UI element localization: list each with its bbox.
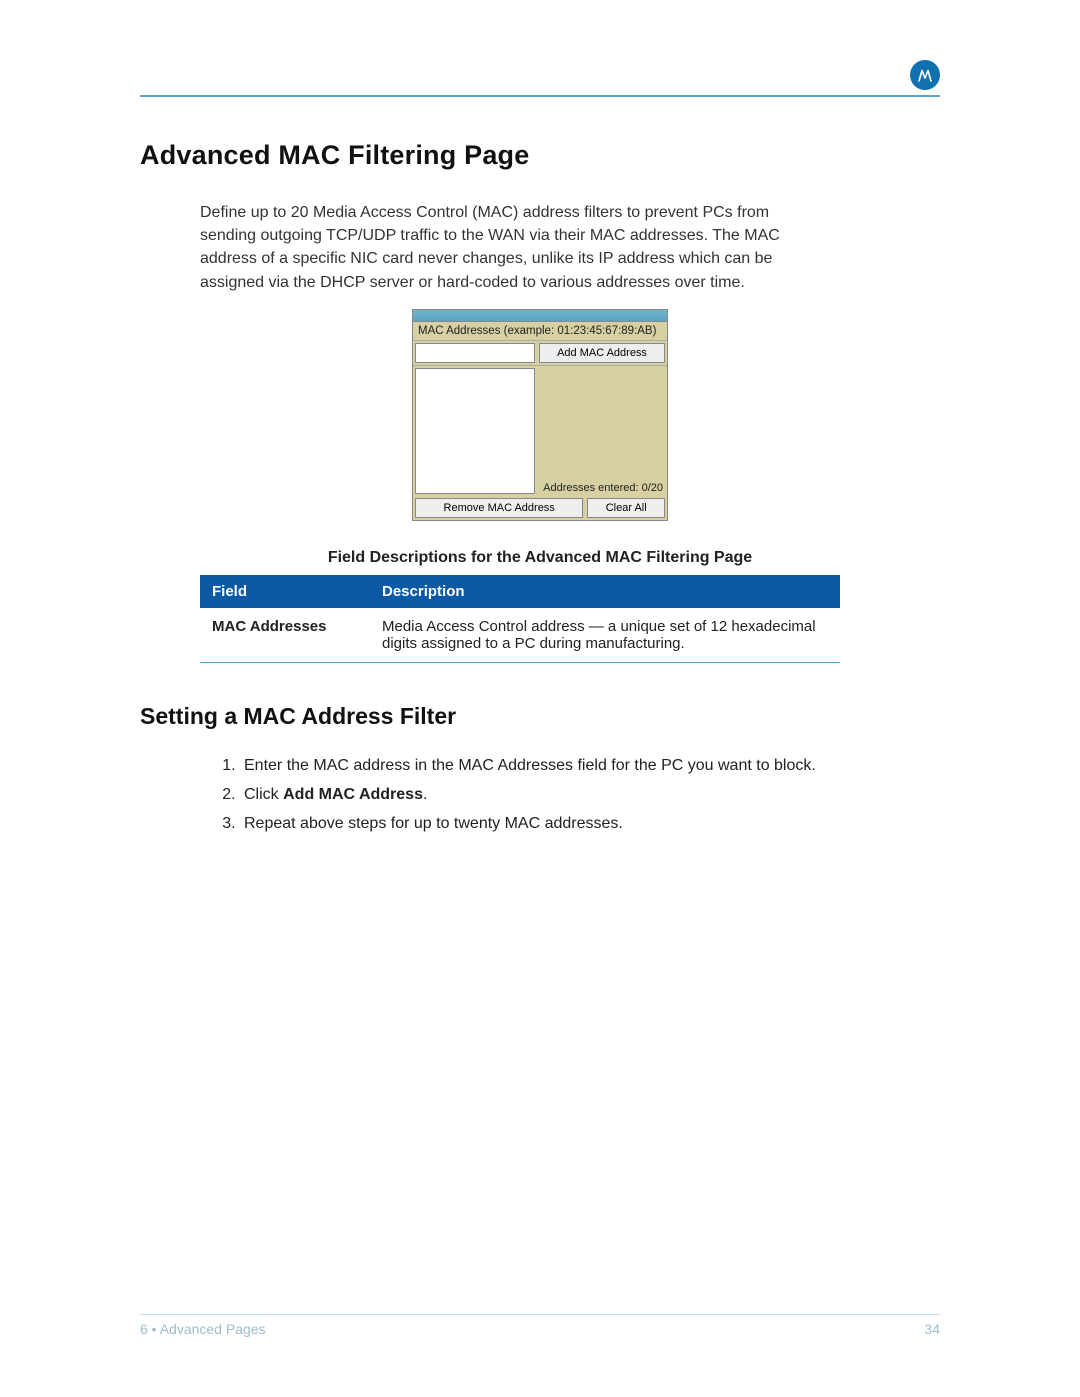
mac-address-list[interactable] xyxy=(415,368,535,494)
clear-all-button[interactable]: Clear All xyxy=(587,498,665,518)
intro-paragraph: Define up to 20 Media Access Control (MA… xyxy=(200,201,810,294)
col-header-description: Description xyxy=(370,575,840,608)
step-post: . xyxy=(423,786,427,803)
mac-filter-panel: MAC Addresses (example: 01:23:45:67:89:A… xyxy=(412,309,668,521)
footer-page-number: 34 xyxy=(924,1321,940,1337)
step-text: Click xyxy=(244,786,283,803)
brand-logo xyxy=(910,60,940,90)
page-footer: 6 • Advanced Pages 34 xyxy=(140,1314,940,1337)
add-mac-address-button[interactable]: Add MAC Address xyxy=(539,343,665,363)
addresses-counter: Addresses entered: 0/20 xyxy=(543,482,663,494)
step-text: Repeat above steps for up to twenty MAC … xyxy=(244,815,623,832)
list-item: Enter the MAC address in the MAC Address… xyxy=(240,752,940,779)
page-title: Advanced MAC Filtering Page xyxy=(140,140,940,171)
mac-example-label: MAC Addresses (example: 01:23:45:67:89:A… xyxy=(413,322,667,341)
panel-titlebar xyxy=(413,310,667,322)
steps-list: Enter the MAC address in the MAC Address… xyxy=(240,752,940,838)
col-header-field: Field xyxy=(200,575,370,608)
table-caption: Field Descriptions for the Advanced MAC … xyxy=(140,549,940,567)
table-header-row: Field Description xyxy=(200,575,840,608)
cell-field: MAC Addresses xyxy=(200,608,370,663)
field-description-table: Field Description MAC Addresses Media Ac… xyxy=(200,575,840,663)
step-bold: Add MAC Address xyxy=(283,786,423,803)
table-row: MAC Addresses Media Access Control addre… xyxy=(200,608,840,663)
footer-left: 6 • Advanced Pages xyxy=(140,1321,266,1337)
step-text: Enter the MAC address in the MAC Address… xyxy=(244,757,816,774)
cell-description: Media Access Control address — a unique … xyxy=(370,608,840,663)
header-rule xyxy=(140,95,940,97)
list-item: Click Add MAC Address. xyxy=(240,781,940,808)
list-item: Repeat above steps for up to twenty MAC … xyxy=(240,810,940,837)
remove-mac-address-button[interactable]: Remove MAC Address xyxy=(415,498,583,518)
section-heading: Setting a MAC Address Filter xyxy=(140,703,940,730)
mac-address-input[interactable] xyxy=(415,343,535,363)
